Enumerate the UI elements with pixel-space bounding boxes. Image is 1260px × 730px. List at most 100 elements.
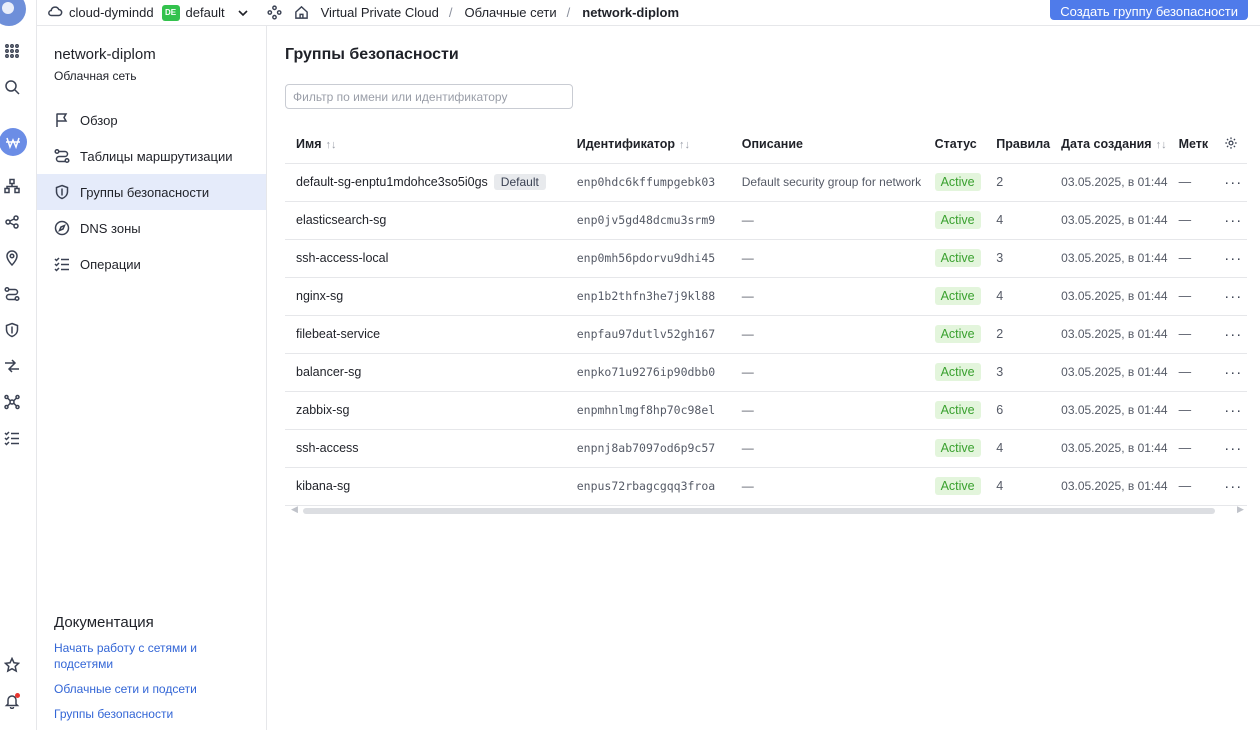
cluster-icon[interactable] bbox=[0, 390, 24, 414]
status-badge: Active bbox=[934, 477, 981, 495]
transfer-icon[interactable] bbox=[0, 354, 24, 378]
filter-input[interactable] bbox=[285, 84, 573, 109]
chevron-down-icon[interactable] bbox=[237, 7, 249, 19]
sidebar-item-dns-zones[interactable]: DNS зоны bbox=[37, 210, 266, 246]
cloud-selector[interactable]: cloud-dymindd bbox=[69, 5, 154, 20]
more-actions-icon[interactable]: ··· bbox=[1224, 250, 1242, 267]
table-row[interactable]: nginx-sg enp1b2thfn3he7j9kl88— Active 4 03.0… bbox=[285, 277, 1247, 316]
more-actions-icon[interactable]: ··· bbox=[1224, 326, 1242, 343]
table-header-row: Имя ↑↓ Идентификатор ↑↓ Описание Статус Пр… bbox=[285, 126, 1247, 164]
more-actions-icon[interactable]: ··· bbox=[1224, 288, 1242, 305]
cloud-logo-icon[interactable] bbox=[0, 0, 26, 26]
cell-name[interactable]: default-sg-enptu1mdohce3so5i0gs Default bbox=[285, 163, 566, 202]
cell-actions: ··· bbox=[1213, 391, 1247, 430]
list-check-icon bbox=[54, 257, 69, 272]
table-row[interactable]: elasticsearch-sg enp0jv5gd48dcmu3srm9— Act… bbox=[285, 201, 1247, 240]
table-row[interactable]: filebeat-service enpfau97dutlv52gh167— Act… bbox=[285, 315, 1247, 354]
search-icon[interactable] bbox=[0, 75, 24, 99]
more-actions-icon[interactable]: ··· bbox=[1224, 440, 1242, 457]
table-settings-gear-icon[interactable] bbox=[1213, 126, 1247, 164]
shield-icon[interactable] bbox=[0, 318, 24, 342]
more-actions-icon[interactable]: ··· bbox=[1224, 174, 1242, 191]
cell-description: — bbox=[730, 391, 924, 430]
security-group-name[interactable]: filebeat-service bbox=[296, 327, 380, 341]
cell-actions: ··· bbox=[1213, 353, 1247, 392]
services-icon[interactable] bbox=[267, 5, 282, 20]
cell-name[interactable]: balancer-sg bbox=[285, 353, 566, 392]
security-group-name[interactable]: default-sg-enptu1mdohce3so5i0gs bbox=[296, 175, 488, 189]
cell-name[interactable]: filebeat-service bbox=[285, 315, 566, 354]
table-row[interactable]: default-sg-enptu1mdohce3so5i0gs Default en… bbox=[285, 163, 1247, 202]
security-group-name[interactable]: elasticsearch-sg bbox=[296, 213, 386, 227]
cell-labels: — bbox=[1167, 277, 1214, 316]
sort-icon[interactable]: ↑↓ bbox=[1156, 139, 1167, 151]
notification-dot bbox=[15, 693, 20, 698]
doc-link-networks-subnets[interactable]: Облачные сети и подсети bbox=[54, 681, 224, 697]
folder-selector[interactable]: default bbox=[186, 5, 225, 20]
cloud-icon bbox=[47, 3, 63, 22]
flag-icon bbox=[56, 113, 68, 127]
horizontal-scrollbar[interactable] bbox=[303, 508, 1215, 514]
doc-link-getting-started[interactable]: Начать работу с сетями и подсетями bbox=[54, 640, 224, 672]
network-title: network-diplom bbox=[54, 46, 156, 63]
scroll-right-arrow-icon[interactable]: ▶ bbox=[1237, 504, 1244, 515]
table-row[interactable]: balancer-sg enpko71u9276ip90dbb0— Active 3 0… bbox=[285, 353, 1247, 392]
sidebar-item-security-groups[interactable]: Группы безопасности bbox=[37, 174, 266, 210]
column-header-status: Статус bbox=[923, 126, 986, 164]
column-header-labels: Метк bbox=[1167, 126, 1214, 164]
route-icon[interactable] bbox=[0, 282, 24, 306]
cell-name[interactable]: nginx-sg bbox=[285, 277, 566, 316]
sidebar-item-label: Группы безопасности bbox=[80, 184, 210, 200]
doc-link-security-groups[interactable]: Группы безопасности bbox=[54, 706, 224, 722]
nodes-icon[interactable] bbox=[0, 210, 24, 234]
table-row[interactable]: ssh-access enpnj8ab7097od6p9c57— Active 4 03… bbox=[285, 429, 1247, 468]
more-actions-icon[interactable]: ··· bbox=[1224, 402, 1242, 419]
cell-status: Active bbox=[923, 239, 986, 278]
page-title: Группы безопасности bbox=[285, 46, 459, 63]
home-icon[interactable] bbox=[294, 5, 309, 20]
notification-bell-icon[interactable] bbox=[0, 689, 24, 713]
apps-grid-icon[interactable] bbox=[0, 39, 24, 63]
cell-name[interactable]: zabbix-sg bbox=[285, 391, 566, 430]
billing-icon[interactable] bbox=[0, 128, 27, 156]
table-row[interactable]: zabbix-sg enpmhnlmgf8hp70c98el — Active 6 03.… bbox=[285, 391, 1247, 430]
location-icon[interactable] bbox=[0, 246, 24, 270]
security-group-name[interactable]: nginx-sg bbox=[296, 289, 343, 303]
list-check-icon[interactable] bbox=[0, 426, 24, 450]
cell-name[interactable]: ssh-access-local bbox=[285, 239, 566, 278]
breadcrumb-networks[interactable]: Облачные сети bbox=[464, 5, 556, 20]
more-actions-icon[interactable]: ··· bbox=[1224, 478, 1242, 495]
cell-actions: ··· bbox=[1213, 163, 1247, 202]
sidebar-item-operations[interactable]: Операции bbox=[37, 246, 266, 282]
security-group-name[interactable]: ssh-access bbox=[296, 441, 359, 455]
more-actions-icon[interactable]: ··· bbox=[1224, 364, 1242, 381]
cell-name[interactable]: elasticsearch-sg bbox=[285, 201, 566, 240]
security-group-name[interactable]: kibana-sg bbox=[296, 479, 350, 493]
security-group-name[interactable]: ssh-access-local bbox=[296, 251, 388, 265]
column-header-name[interactable]: Имя ↑↓ bbox=[285, 126, 566, 164]
breadcrumb-vpc[interactable]: Virtual Private Cloud bbox=[321, 5, 439, 20]
sort-icon[interactable]: ↑↓ bbox=[326, 139, 337, 151]
cell-status: Active bbox=[923, 163, 986, 202]
create-security-group-button[interactable]: Создать группу безопасности bbox=[1050, 0, 1248, 20]
scroll-left-arrow-icon[interactable]: ◀ bbox=[291, 504, 298, 515]
security-group-name[interactable]: balancer-sg bbox=[296, 365, 361, 379]
column-header-created[interactable]: Дата создания ↑↓ bbox=[1050, 126, 1168, 164]
sidebar-item-route-tables[interactable]: Таблицы маршрутизации bbox=[37, 138, 266, 174]
sort-icon[interactable]: ↑↓ bbox=[679, 139, 690, 151]
table-row[interactable]: ssh-access-local enp0mh56pdorvu9dhi45— Act… bbox=[285, 239, 1247, 278]
cell-labels: — bbox=[1167, 239, 1214, 278]
compass-icon bbox=[54, 220, 70, 236]
cell-id: enpus72rbagcgqq3froa bbox=[565, 467, 731, 506]
sidebar-item-overview[interactable]: Обзор bbox=[37, 102, 266, 138]
cell-status: Active bbox=[923, 353, 986, 392]
table-row[interactable]: kibana-sg enpus72rbagcgqq3froa — Active 4 03.… bbox=[285, 467, 1247, 506]
cell-name[interactable]: ssh-access bbox=[285, 429, 566, 468]
cell-name[interactable]: kibana-sg bbox=[285, 467, 566, 506]
star-icon[interactable] bbox=[0, 653, 24, 677]
column-header-id[interactable]: Идентификатор ↑↓ bbox=[565, 126, 731, 164]
security-group-name[interactable]: zabbix-sg bbox=[296, 403, 350, 417]
network-icon[interactable] bbox=[0, 174, 24, 198]
more-actions-icon[interactable]: ··· bbox=[1224, 212, 1242, 229]
status-badge: Active bbox=[934, 211, 981, 229]
